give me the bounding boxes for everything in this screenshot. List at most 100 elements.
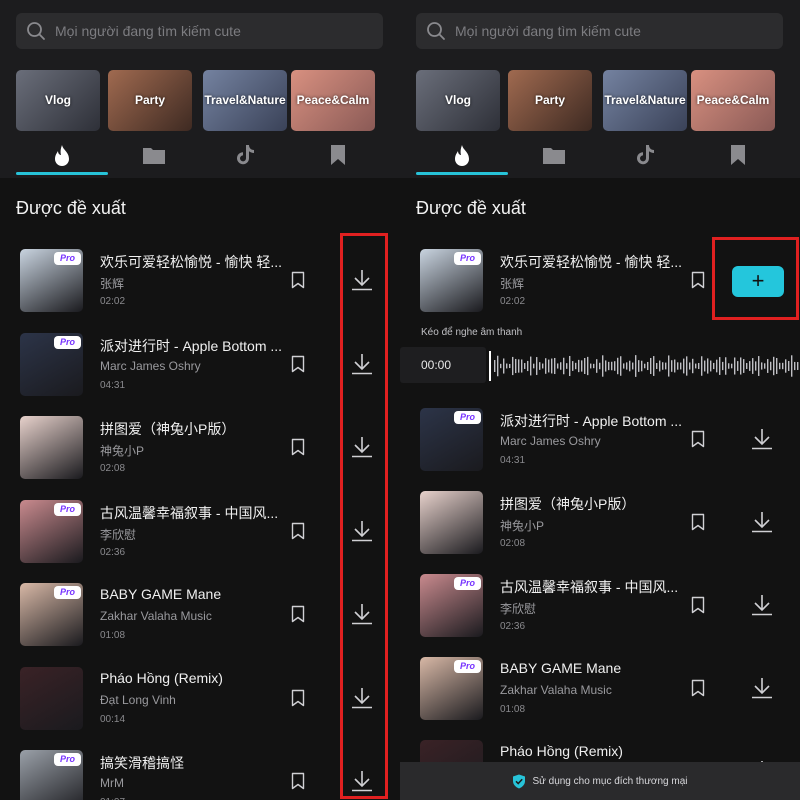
waveform-bar <box>761 362 763 370</box>
waveform-bar <box>611 361 613 371</box>
track-row[interactable]: 拼图爱（神兔小P版） 神兔小P 02:08 <box>400 491 800 557</box>
waveform[interactable] <box>490 345 800 387</box>
track-thumbnail <box>420 491 483 554</box>
waveform-bar <box>509 363 511 369</box>
waveform-bar <box>725 357 727 375</box>
tab-folder[interactable] <box>108 140 200 176</box>
track-artist: 张辉 <box>100 277 125 291</box>
folder-icon <box>543 148 565 164</box>
category-vlog[interactable]: Vlog <box>16 70 100 131</box>
waveform-bar <box>527 360 529 372</box>
waveform-bar <box>731 363 733 369</box>
header: Mọi người đang tìm kiếm cute Vlog Party … <box>0 0 400 178</box>
pro-badge: Pro <box>454 411 481 424</box>
waveform-bar <box>755 361 757 371</box>
pro-badge: Pro <box>454 252 481 265</box>
track-artist: 神兔小P <box>100 444 145 458</box>
bookmark-icon[interactable] <box>689 271 707 289</box>
bookmark-icon[interactable] <box>689 513 707 531</box>
download-icon[interactable] <box>750 428 774 450</box>
section-title: Được đề xuất <box>16 198 126 218</box>
waveform-bar <box>710 360 712 372</box>
waveform-bar <box>704 360 706 372</box>
waveform-bar <box>638 360 640 372</box>
category-party[interactable]: Party <box>108 70 192 131</box>
waveform-bar <box>593 363 595 369</box>
category-party[interactable]: Party <box>508 70 592 131</box>
waveform-bar <box>599 362 601 370</box>
waveform-bar <box>590 363 592 369</box>
waveform-bar <box>659 360 661 372</box>
tab-bar <box>416 140 784 176</box>
track-title: 古风温馨幸福叙事 - 中国风... <box>500 579 679 595</box>
tab-trending[interactable] <box>416 140 508 176</box>
category-vlog[interactable]: Vlog <box>416 70 500 131</box>
bookmark-icon[interactable] <box>289 355 307 373</box>
search-icon <box>427 22 445 40</box>
waveform-bar <box>515 358 517 374</box>
bookmark-icon[interactable] <box>289 772 307 790</box>
waveform-bar <box>782 362 784 370</box>
track-artist: 李欣慰 <box>500 602 537 616</box>
header: Mọi người đang tìm kiếm cute Vlog Party … <box>400 0 800 178</box>
category-travel-nature[interactable]: Travel&Nature <box>203 70 287 131</box>
download-icon[interactable] <box>750 594 774 616</box>
bookmark-icon[interactable] <box>289 438 307 456</box>
category-peace-calm[interactable]: Peace&Calm <box>291 70 375 131</box>
bookmark-icon[interactable] <box>289 605 307 623</box>
category-label: Party <box>134 93 166 107</box>
track-title: 古风温馨幸福叙事 - 中国风... <box>100 504 279 521</box>
waveform-bar <box>776 357 778 375</box>
search-input[interactable]: Mọi người đang tìm kiếm cute <box>16 13 383 49</box>
search-placeholder: Mọi người đang tìm kiếm cute <box>55 23 241 39</box>
waveform-bar <box>569 355 571 377</box>
category-travel-nature[interactable]: Travel&Nature <box>603 70 687 131</box>
waveform-bar <box>542 363 544 369</box>
playhead[interactable] <box>489 351 491 381</box>
track-artist: 张辉 <box>500 277 525 291</box>
playback-time: 00:00 <box>400 347 486 383</box>
tab-trending[interactable] <box>16 140 108 176</box>
waveform-bar <box>500 363 502 369</box>
bookmark-icon[interactable] <box>289 689 307 707</box>
track-row[interactable]: Pro BABY GAME Mane Zakhar Valaha Music 0… <box>400 657 800 723</box>
waveform-bar <box>698 362 700 370</box>
track-row[interactable]: Pro 派对进行时 - Apple Bottom ... Marc James … <box>400 408 800 474</box>
tab-tiktok[interactable] <box>200 140 292 176</box>
tab-saved[interactable] <box>292 140 384 176</box>
waveform-bar <box>686 356 688 376</box>
waveform-bar <box>743 359 745 373</box>
category-row: Vlog Party Travel&Nature Peace&Calm <box>416 70 800 131</box>
tab-saved[interactable] <box>692 140 784 176</box>
waveform-bar <box>494 360 496 372</box>
waveform-bar <box>797 362 799 370</box>
bookmark-icon[interactable] <box>289 271 307 289</box>
bookmark-icon[interactable] <box>289 522 307 540</box>
waveform-bar <box>533 363 535 369</box>
tab-folder[interactable] <box>508 140 600 176</box>
tab-bar <box>16 140 384 176</box>
search-input[interactable]: Mọi người đang tìm kiếm cute <box>416 13 783 49</box>
waveform-bar <box>587 356 589 376</box>
audio-waveform-scrubber[interactable]: 00:00 <box>400 345 800 387</box>
track-title: 欢乐可爱轻松愉悦 - 愉快 轻... <box>500 254 682 270</box>
commercial-use-text: Sử dụng cho mục đích thương mại <box>532 775 688 787</box>
bookmark-icon[interactable] <box>689 596 707 614</box>
waveform-bar <box>641 360 643 372</box>
waveform-bar <box>575 362 577 370</box>
track-thumbnail: Pro <box>20 499 83 563</box>
download-icon[interactable] <box>750 677 774 699</box>
track-title: 派对进行时 - Apple Bottom ... <box>100 337 282 354</box>
category-peace-calm[interactable]: Peace&Calm <box>691 70 775 131</box>
track-artist: Zakhar Valaha Music <box>100 609 212 623</box>
download-icon[interactable] <box>750 511 774 533</box>
search-icon <box>27 22 45 40</box>
bookmark-icon[interactable] <box>689 679 707 697</box>
flame-icon <box>55 145 69 166</box>
track-title: Pháo Hồng (Remix) <box>100 669 223 686</box>
waveform-bar <box>752 358 754 374</box>
waveform-bar <box>692 358 694 374</box>
bookmark-icon[interactable] <box>689 430 707 448</box>
tab-tiktok[interactable] <box>600 140 692 176</box>
track-row[interactable]: Pro 古风温馨幸福叙事 - 中国风... 李欣慰 02:36 <box>400 574 800 640</box>
